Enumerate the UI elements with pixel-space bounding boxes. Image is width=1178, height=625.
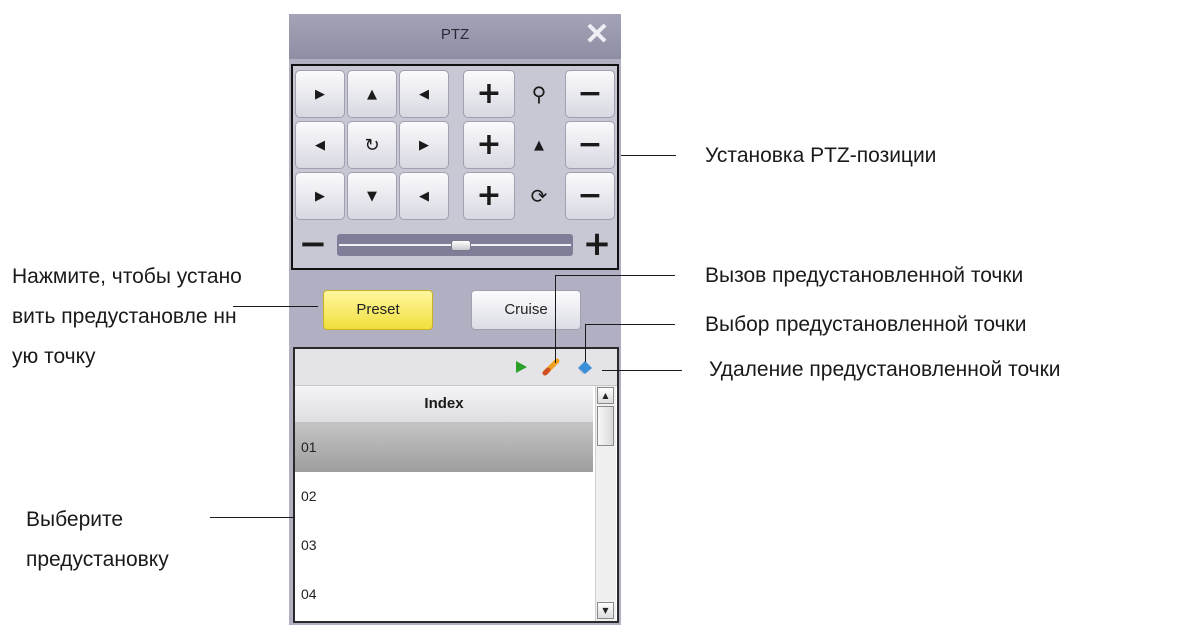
pan-down-left-button[interactable]: ▶	[295, 172, 345, 220]
choose-preset-annotation: Выбор предустановленной точки	[705, 313, 1027, 336]
tilt-down-button[interactable]: ▼	[347, 172, 397, 220]
list-item[interactable]: 01	[295, 423, 593, 472]
focus-far-button[interactable]: −	[565, 121, 615, 169]
pan-down-right-button[interactable]: ◀	[399, 172, 449, 220]
focus-near-button[interactable]: +	[463, 121, 515, 169]
speed-increase-button[interactable]: +	[577, 224, 617, 264]
scroll-thumb[interactable]	[597, 406, 614, 446]
ptz-control-block: ▶ ▲ ◀ ◀ ↻ ▶ ▶ ▼ ◀ + ⚲ − + ▲ − + ⟳ − − +	[291, 64, 619, 270]
cruise-button[interactable]: Cruise	[471, 290, 581, 330]
choose-preset-leader-vertical	[585, 324, 586, 362]
list-item[interactable]: 04	[295, 570, 593, 619]
delete-preset-leader	[602, 370, 682, 371]
scroll-up-icon[interactable]: ▲	[597, 387, 614, 404]
pan-right-button[interactable]: ▶	[399, 121, 449, 169]
call-preset-icon[interactable]	[511, 357, 531, 377]
pan-up-left-button[interactable]: ▶	[295, 70, 345, 118]
zoom-out-button[interactable]: −	[565, 70, 615, 118]
auto-scan-button[interactable]: ↻	[347, 121, 397, 169]
call-preset-leader-vertical	[555, 275, 556, 363]
preset-toolbar	[295, 349, 617, 386]
list-scrollbar[interactable]: ▲ ▼	[595, 386, 616, 621]
focus-icon: ▲	[534, 137, 544, 153]
set-preset-icon[interactable]	[541, 357, 561, 377]
panel-title: PTZ	[440, 26, 470, 43]
ptz-position-annotation: Установка PTZ-позиции	[705, 144, 937, 167]
list-item[interactable]: 03	[295, 521, 593, 570]
select-preset-leader	[210, 517, 295, 518]
click-to-set-annotation: Нажмите, чтобы установить предустановле …	[12, 265, 242, 368]
pan-left-button[interactable]: ◀	[295, 121, 345, 169]
delete-preset-annotation: Удаление предустановленной точки	[709, 358, 1061, 381]
choose-preset-leader	[585, 324, 675, 325]
call-preset-leader	[555, 275, 675, 276]
speed-slider[interactable]	[337, 234, 573, 256]
list-item[interactable]: 02	[295, 472, 593, 521]
ptz-position-leader	[621, 155, 676, 156]
iris-close-button[interactable]: −	[565, 172, 615, 220]
select-preset-annotation: Выберите предустановку	[26, 508, 169, 571]
ptz-panel: PTZ ✕ ▶ ▲ ◀ ◀ ↻ ▶ ▶ ▼ ◀ + ⚲ − + ▲ − + ⟳ …	[289, 14, 621, 625]
iris-open-button[interactable]: +	[463, 172, 515, 220]
close-icon[interactable]: ✕	[583, 20, 611, 50]
slider-thumb[interactable]	[451, 240, 471, 251]
preset-rows: 01 02 03 04	[295, 423, 593, 619]
preset-button[interactable]: Preset	[323, 290, 433, 330]
click-to-set-leader	[233, 306, 318, 307]
scroll-down-icon[interactable]: ▼	[597, 602, 614, 619]
pan-up-right-button[interactable]: ◀	[399, 70, 449, 118]
zoom-in-button[interactable]: +	[463, 70, 515, 118]
preset-list: Index 01 02 03 04 ▲ ▼	[293, 347, 619, 623]
call-preset-annotation: Вызов предустановленной точки	[705, 264, 1024, 287]
title-bar: PTZ ✕	[289, 14, 621, 59]
zoom-icon: ⚲	[531, 82, 547, 106]
speed-decrease-button[interactable]: −	[293, 224, 333, 264]
iris-icon: ⟳	[530, 184, 548, 208]
tilt-up-button[interactable]: ▲	[347, 70, 397, 118]
index-column-header[interactable]: Index	[295, 386, 593, 423]
